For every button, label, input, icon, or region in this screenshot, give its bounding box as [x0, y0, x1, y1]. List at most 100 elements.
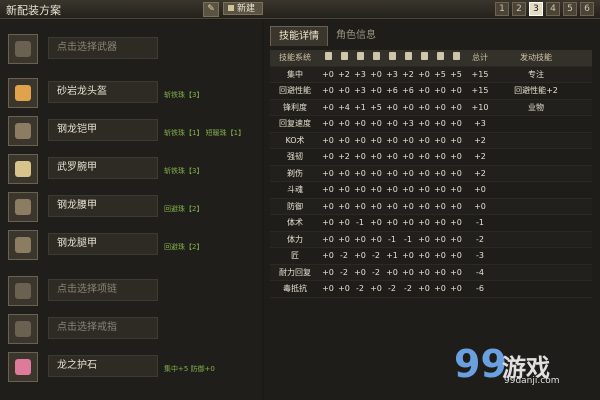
- skill-value: +0: [450, 119, 462, 128]
- skill-value: +0: [322, 86, 334, 95]
- skill-value: +0: [370, 185, 382, 194]
- tab-0[interactable]: 技能详情: [270, 26, 328, 46]
- skill-value: +0: [338, 234, 350, 244]
- equipment-name[interactable]: 砂岩龙头盔: [48, 81, 158, 103]
- equipment-slot[interactable]: 钢龙腰甲 回避珠【2】: [8, 192, 258, 222]
- equipment-slot[interactable]: 武罗腕甲 斩铁珠【3】: [8, 154, 258, 184]
- equipment-slot[interactable]: 钢龙铠甲 斩铁珠【1】 短暖珠【1】: [8, 116, 258, 146]
- skill-value: +0: [402, 185, 414, 194]
- decoration-note: 回避珠【2】: [164, 243, 204, 251]
- skill-name: 回复速度: [279, 119, 311, 128]
- skill-value: +3: [354, 86, 366, 95]
- watermark-url: 99danji.com: [504, 376, 560, 386]
- skill-value: +0: [418, 152, 430, 161]
- equipment-slot[interactable]: 点击选择武器: [8, 34, 258, 64]
- page-button-2[interactable]: 2: [512, 2, 526, 16]
- skill-value: +0: [338, 168, 350, 178]
- skill-value: +0: [418, 251, 430, 260]
- skill-total: -2: [476, 234, 484, 244]
- skill-header: 技能系统: [279, 53, 311, 62]
- necklace-icon: [15, 283, 31, 299]
- skill-value: +0: [338, 218, 350, 227]
- table-row: 毒抵抗 +0 +0 -2 +0 -2 -2 +0 +0 +0 -6: [270, 281, 592, 298]
- skill-name: 防御: [287, 201, 303, 211]
- active-skill: [496, 232, 576, 248]
- equipment-icon-frame[interactable]: [8, 154, 38, 184]
- skill-value: +5: [434, 69, 446, 79]
- plan-title: 新配装方案: [6, 4, 61, 17]
- equipment-name[interactable]: 龙之护石: [48, 355, 158, 377]
- skill-value: +0: [418, 267, 430, 277]
- skill-value: +0: [434, 218, 446, 227]
- page-button-4[interactable]: 4: [546, 2, 560, 16]
- chest-armor-icon: [15, 123, 31, 139]
- equipment-slot[interactable]: 砂岩龙头盔 斩铁珠【3】: [8, 78, 258, 108]
- page-button-6[interactable]: 6: [580, 2, 594, 16]
- equipment-name[interactable]: 点击选择项链: [48, 279, 158, 301]
- skill-name: 强韧: [287, 152, 303, 161]
- equipment-icon-frame[interactable]: [8, 276, 38, 306]
- equipment-icon-frame[interactable]: [8, 314, 38, 344]
- active-skill: [496, 199, 576, 215]
- equipment-icon-frame[interactable]: [8, 78, 38, 108]
- equipment-icon-frame[interactable]: [8, 116, 38, 146]
- active-skill: 专注: [528, 69, 544, 79]
- skill-value: +0: [402, 267, 414, 277]
- helmet-icon: [15, 85, 31, 101]
- equipment-icon-frame[interactable]: [8, 192, 38, 222]
- equipment-slot[interactable]: 点击选择项链: [8, 276, 258, 306]
- decoration-note: 斩铁珠【3】: [164, 91, 204, 99]
- equipment-name[interactable]: 点击选择武器: [48, 37, 158, 59]
- equipment-icon-frame[interactable]: [8, 230, 38, 260]
- equipment-icon-frame[interactable]: [8, 352, 38, 382]
- skill-name: 毒抵抗: [283, 284, 307, 293]
- edit-title-button[interactable]: ✎: [203, 2, 219, 17]
- active-skill: [496, 149, 576, 165]
- page-button-3[interactable]: 3: [529, 2, 543, 16]
- ring-icon: [436, 52, 444, 60]
- skill-value: +0: [322, 251, 334, 260]
- skill-value: +0: [450, 135, 462, 145]
- skill-value: +0: [322, 102, 334, 112]
- skill-value: +0: [402, 251, 414, 260]
- skill-value: +1: [386, 251, 398, 260]
- skill-value: +0: [450, 152, 462, 161]
- equipment-slot[interactable]: 龙之护石 集中+5 防御+0: [8, 352, 258, 382]
- equipment-slot[interactable]: 钢龙腿甲 回避珠【2】: [8, 230, 258, 260]
- equipment-name[interactable]: 钢龙腰甲: [48, 195, 158, 217]
- skill-value: +0: [338, 135, 350, 145]
- equipment-icon-frame[interactable]: [8, 34, 38, 64]
- table-row: 耐力回复 +0 -2 +0 -2 +0 +0 +0 +0 +0 -4: [270, 264, 592, 281]
- leg-armor-icon: [15, 237, 31, 253]
- skill-value: +0: [450, 185, 462, 194]
- page-button-1[interactable]: 1: [495, 2, 509, 16]
- skill-total: +15: [471, 69, 489, 79]
- column-header: [448, 50, 464, 66]
- necklace-icon: [420, 52, 428, 60]
- skill-value: +0: [338, 119, 350, 128]
- equipment-name[interactable]: 点击选择戒指: [48, 317, 158, 339]
- arm-armor-icon: [372, 52, 380, 60]
- skill-value: +0: [386, 119, 398, 128]
- column-header: [416, 50, 432, 66]
- tab-1[interactable]: 角色信息: [328, 26, 384, 45]
- skill-value: +0: [322, 135, 334, 145]
- skill-name: 锋利度: [283, 102, 307, 112]
- table-row: 匠 +0 -2 +0 -2 +1 +0 +0 +0 +0 -3: [270, 248, 592, 265]
- skill-value: +0: [370, 201, 382, 211]
- new-plan-button[interactable]: 新建: [223, 2, 263, 15]
- page-button-5[interactable]: 5: [563, 2, 577, 16]
- top-bar: 新配装方案 ✎ 新建 123456: [0, 0, 600, 19]
- equipment-slot[interactable]: 点击选择戒指: [8, 314, 258, 344]
- equipment-name[interactable]: 武罗腕甲: [48, 157, 158, 179]
- equipment-name[interactable]: 钢龙腿甲: [48, 233, 158, 255]
- skill-value: +0: [354, 152, 366, 161]
- skill-value: +0: [402, 135, 414, 145]
- skill-name: 耐力回复: [279, 267, 311, 277]
- skill-value: +0: [354, 135, 366, 145]
- skill-value: -2: [356, 284, 364, 293]
- skill-value: +0: [354, 168, 366, 178]
- equipment-name[interactable]: 钢龙铠甲: [48, 119, 158, 141]
- skill-value: +3: [402, 119, 414, 128]
- skill-value: -1: [388, 234, 396, 244]
